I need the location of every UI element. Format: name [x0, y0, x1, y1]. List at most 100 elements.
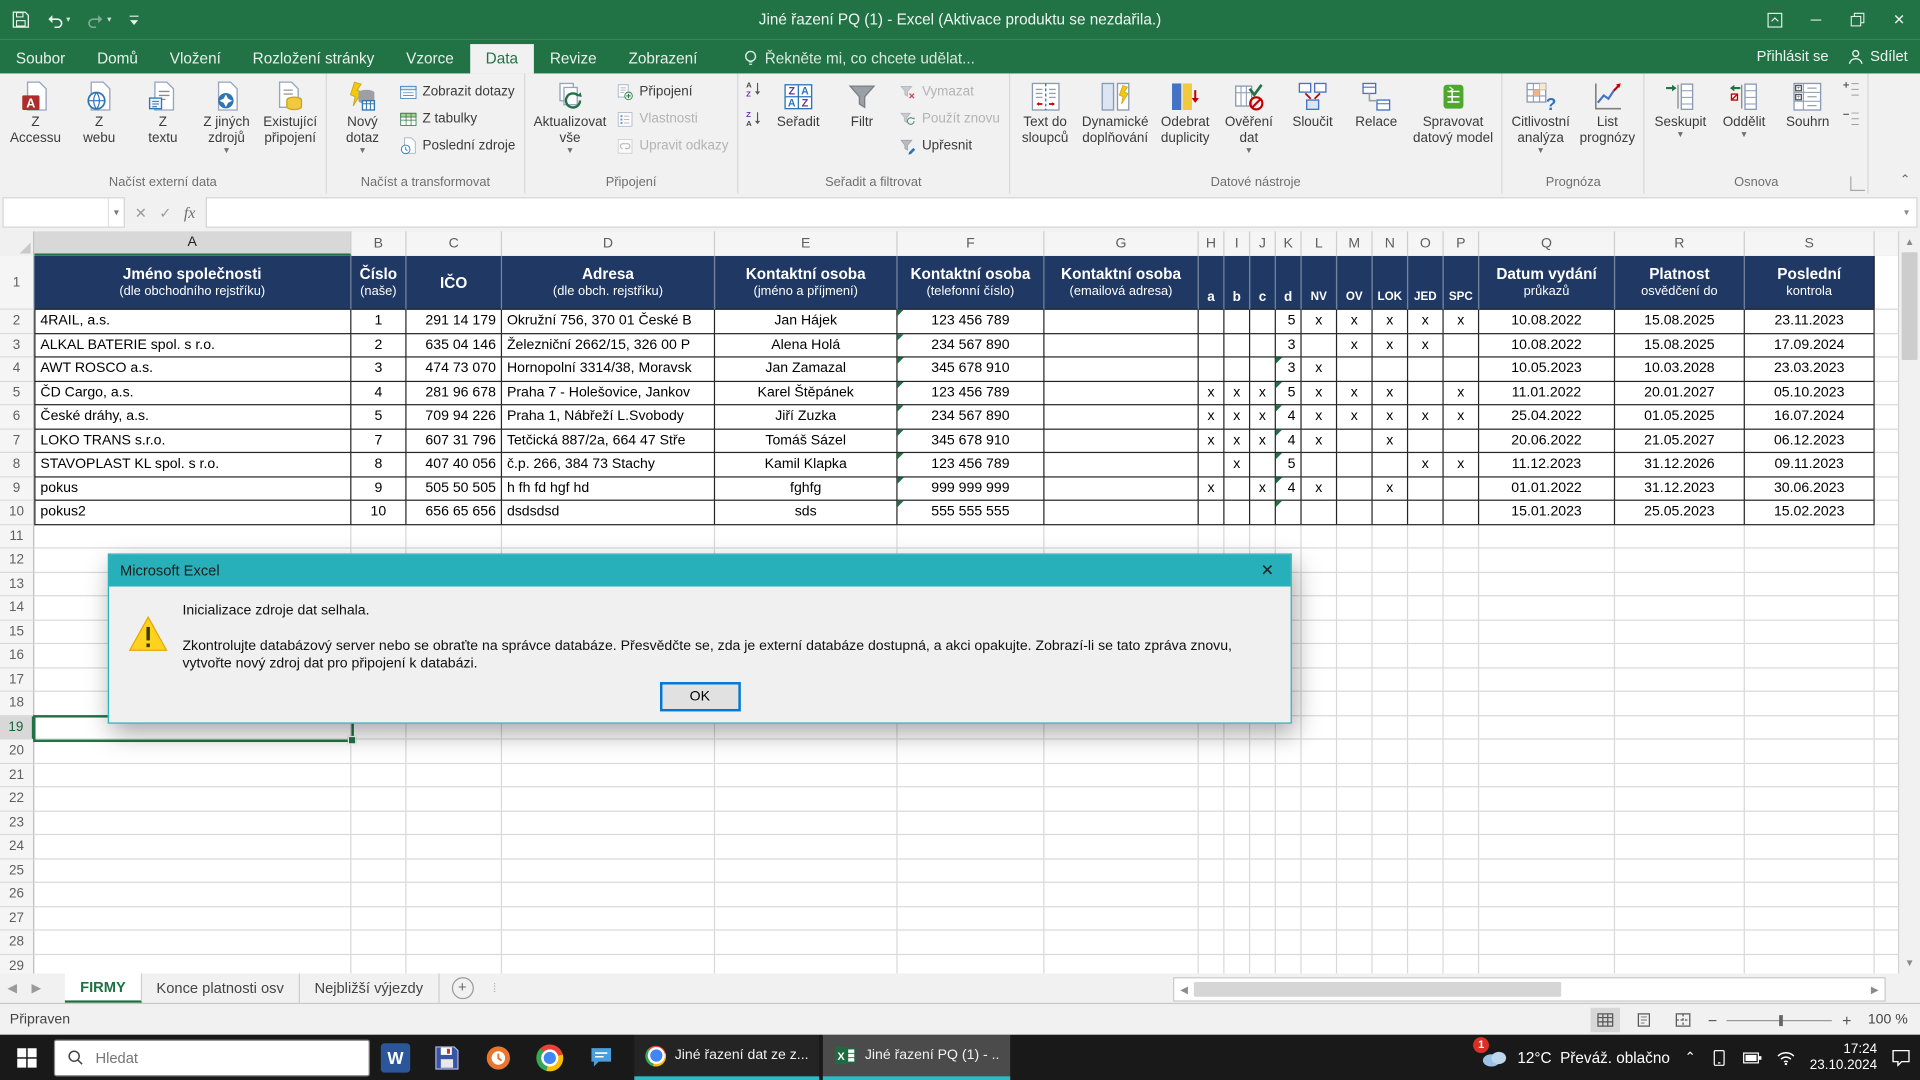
cell-N5[interactable]: x	[1373, 381, 1409, 405]
cell-N21[interactable]	[1373, 763, 1409, 787]
cell-Q20[interactable]	[1479, 740, 1615, 764]
cell-P23[interactable]	[1444, 811, 1480, 835]
cell-R28[interactable]	[1615, 931, 1745, 955]
row-header-26[interactable]: 26	[0, 883, 34, 907]
cell-J10[interactable]	[1250, 501, 1276, 525]
cell-I10[interactable]	[1224, 501, 1250, 525]
cell-K27[interactable]	[1276, 907, 1302, 931]
cell-G21[interactable]	[1044, 763, 1198, 787]
ribbon-button-filter[interactable]: Filtr	[830, 75, 894, 131]
device-icon[interactable]	[1711, 1049, 1728, 1066]
redo-caret-icon[interactable]: ▾	[107, 15, 111, 25]
cell-C24[interactable]	[407, 835, 503, 859]
cell-B29[interactable]	[351, 954, 406, 973]
cell-G6[interactable]	[1044, 405, 1198, 429]
cell-partial-25[interactable]	[1875, 859, 1899, 883]
cell-B26[interactable]	[351, 883, 406, 907]
cell-L1[interactable]: NV	[1302, 256, 1338, 310]
cell-H20[interactable]	[1199, 740, 1225, 764]
cell-O14[interactable]	[1408, 596, 1444, 620]
cell-O29[interactable]	[1408, 954, 1444, 973]
cell-O17[interactable]	[1408, 668, 1444, 692]
cell-partial-20[interactable]	[1875, 740, 1899, 764]
cell-O18[interactable]	[1408, 692, 1444, 716]
cell-L17[interactable]	[1302, 668, 1338, 692]
page-layout-view-icon[interactable]	[1630, 1008, 1659, 1032]
cell-Q28[interactable]	[1479, 931, 1615, 955]
ribbon-button-sortbig[interactable]: ZAAZSeřadit	[766, 75, 830, 131]
expand-formula-bar-icon[interactable]: ▾	[1897, 207, 1917, 218]
ribbon-button-ungroup[interactable]: Oddělit▼	[1712, 75, 1776, 141]
cell-F5[interactable]: 123 456 789	[898, 381, 1045, 405]
cell-O11[interactable]	[1408, 525, 1444, 549]
cell-P7[interactable]	[1444, 429, 1480, 453]
cell-partial-9[interactable]	[1875, 477, 1899, 501]
cell-S19[interactable]	[1745, 716, 1875, 740]
cell-S23[interactable]	[1745, 811, 1875, 835]
cell-S11[interactable]	[1745, 525, 1875, 549]
cell-O21[interactable]	[1408, 763, 1444, 787]
cell-A3[interactable]: ALKAL BATERIE spol. s r.o.	[34, 334, 351, 358]
cell-E20[interactable]	[715, 740, 897, 764]
cell-L13[interactable]	[1302, 572, 1338, 596]
cell-R6[interactable]: 01.05.2025	[1615, 405, 1745, 429]
cell-E2[interactable]: Jan Hájek	[715, 310, 897, 334]
cell-L6[interactable]: x	[1302, 405, 1338, 429]
cell-F22[interactable]	[898, 787, 1045, 811]
cell-partial-22[interactable]	[1875, 787, 1899, 811]
row-header-21[interactable]: 21	[0, 763, 34, 787]
cell-J23[interactable]	[1250, 811, 1276, 835]
cell-P19[interactable]	[1444, 716, 1480, 740]
cell-C27[interactable]	[407, 907, 503, 931]
cell-G2[interactable]	[1044, 310, 1198, 334]
cell-I11[interactable]	[1224, 525, 1250, 549]
row-header-20[interactable]: 20	[0, 740, 34, 764]
cell-D7[interactable]: Tetčická 887/2a, 664 47 Stře	[502, 429, 715, 453]
cell-H7[interactable]: x	[1199, 429, 1225, 453]
cell-E7[interactable]: Tomáš Sázel	[715, 429, 897, 453]
cell-B20[interactable]	[351, 740, 406, 764]
cell-P18[interactable]	[1444, 692, 1480, 716]
cell-Q9[interactable]: 01.01.2022	[1479, 477, 1615, 501]
cell-A1[interactable]: Jméno společnosti(dle obchodního rejstří…	[34, 256, 351, 310]
col-header-O[interactable]: O	[1408, 231, 1444, 255]
cell-L21[interactable]	[1302, 763, 1338, 787]
cell-G9[interactable]	[1044, 477, 1198, 501]
cell-D23[interactable]	[502, 811, 715, 835]
cell-K7[interactable]: 4	[1276, 429, 1302, 453]
cell-O13[interactable]	[1408, 572, 1444, 596]
row-header-6[interactable]: 6	[0, 405, 34, 429]
cell-K3[interactable]: 3	[1276, 334, 1302, 358]
cell-L5[interactable]: x	[1302, 381, 1338, 405]
cell-P24[interactable]	[1444, 835, 1480, 859]
sheet-tab-konce-platnosti-osv[interactable]: Konce platnosti osv	[142, 973, 300, 1002]
normal-view-icon[interactable]	[1590, 1008, 1619, 1032]
cell-O7[interactable]	[1408, 429, 1444, 453]
cell-P17[interactable]	[1444, 668, 1480, 692]
cell-F20[interactable]	[898, 740, 1045, 764]
ribbon-button-detailminus[interactable]	[1842, 109, 1862, 135]
cell-I28[interactable]	[1224, 931, 1250, 955]
cell-F21[interactable]	[898, 763, 1045, 787]
ribbon-button-removedup[interactable]: Odebrat duplicity	[1153, 75, 1217, 147]
cell-N28[interactable]	[1373, 931, 1409, 955]
cell-C22[interactable]	[407, 787, 503, 811]
taskbar-window-chrome[interactable]: Jiné řazení dat ze z...	[634, 1035, 819, 1080]
cell-G3[interactable]	[1044, 334, 1198, 358]
cell-B8[interactable]: 8	[351, 453, 406, 477]
cell-M22[interactable]	[1337, 787, 1373, 811]
cell-N15[interactable]	[1373, 620, 1409, 644]
horizontal-scrollbar[interactable]: ◀ ▶	[1173, 977, 1886, 1001]
cell-O9[interactable]	[1408, 477, 1444, 501]
cell-M12[interactable]	[1337, 549, 1373, 573]
cell-Q25[interactable]	[1479, 859, 1615, 883]
cell-D9[interactable]: h fh fd hgf hd	[502, 477, 715, 501]
cell-N19[interactable]	[1373, 716, 1409, 740]
cell-P14[interactable]	[1444, 596, 1480, 620]
cell-E23[interactable]	[715, 811, 897, 835]
cell-I23[interactable]	[1224, 811, 1250, 835]
cell-P4[interactable]	[1444, 358, 1480, 382]
cell-S1[interactable]: Posledníkontrola	[1745, 256, 1875, 310]
search-input[interactable]	[93, 1048, 306, 1068]
cell-M1[interactable]: OV	[1337, 256, 1373, 310]
